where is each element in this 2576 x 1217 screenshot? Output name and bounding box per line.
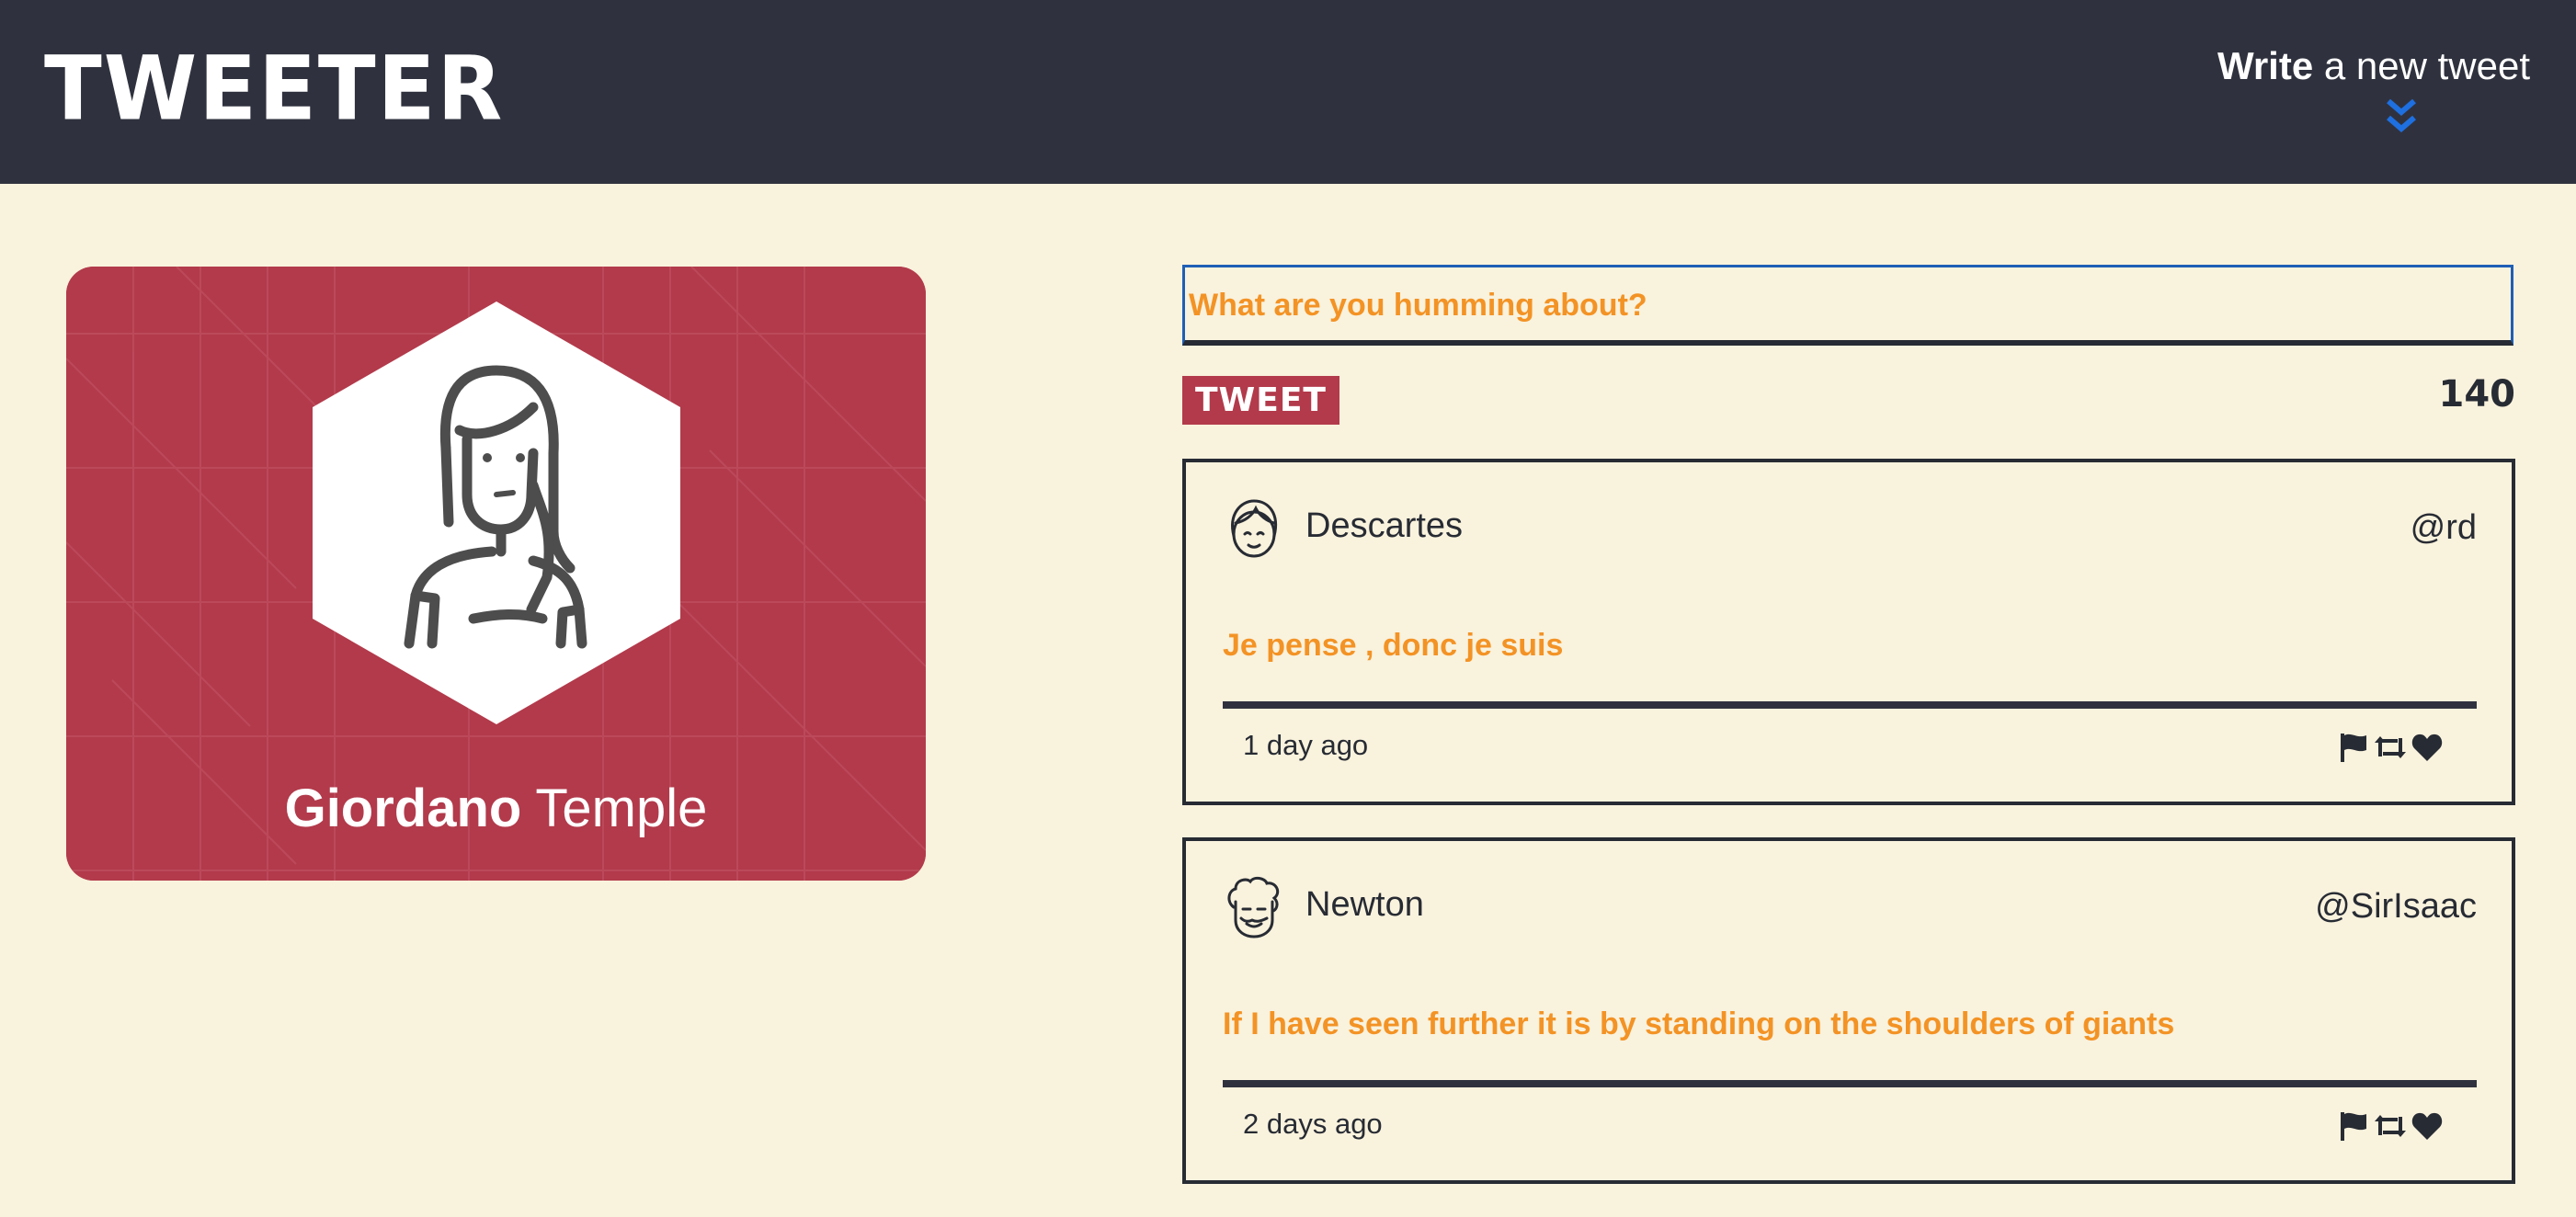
- double-chevron-down-icon[interactable]: [2383, 96, 2420, 136]
- retweet-icon[interactable]: [2374, 1109, 2407, 1143]
- tweet-author: Descartes: [1305, 506, 1464, 545]
- tweet-content: Je pense , donc je suis: [1223, 628, 1564, 663]
- tweet-button[interactable]: TWEET: [1182, 376, 1339, 425]
- heart-icon[interactable]: [2411, 731, 2444, 764]
- flag-icon[interactable]: [2337, 731, 2370, 764]
- tweet-content: If I have seen further it is by standing…: [1223, 1007, 2175, 1041]
- tweet-actions: [2337, 731, 2444, 766]
- girl-face-avatar-icon: [1231, 499, 1277, 558]
- tweet-timestamp: 2 days ago: [1243, 1108, 1383, 1140]
- profile-name: Giordano Temple: [66, 772, 926, 846]
- tweet-card: Descartes @rd Je pense , donc je suis 1 …: [1182, 459, 2515, 805]
- top-nav: TWEETER Write a new tweet: [0, 0, 2576, 184]
- write-new-tweet-toggle[interactable]: Write a new tweet: [2199, 39, 2530, 140]
- curly-hair-face-avatar-icon: [1227, 876, 1280, 938]
- profile-last-name: Temple: [521, 779, 708, 838]
- tweet-divider: [1223, 701, 2477, 709]
- write-new-tweet-label: Write a new tweet: [2217, 44, 2530, 87]
- tweet-actions: [2337, 1109, 2444, 1144]
- tweet-compose-input[interactable]: [1182, 265, 2513, 346]
- tweet-author: Newton: [1305, 885, 1424, 924]
- tweet-handle[interactable]: @SirIsaac: [2315, 887, 2477, 927]
- tweet-card: Newton @SirIsaac If I have seen further …: [1182, 837, 2515, 1184]
- retweet-icon[interactable]: [2374, 731, 2407, 764]
- woman-avatar-icon: [313, 301, 680, 724]
- profile-card: Giordano Temple: [66, 267, 926, 881]
- profile-first-name: Giordano: [284, 779, 522, 838]
- tweet-timestamp: 1 day ago: [1243, 729, 1369, 761]
- heart-icon[interactable]: [2411, 1109, 2444, 1143]
- tweet-handle[interactable]: @rd: [2411, 508, 2477, 548]
- app-logo: TWEETER: [44, 37, 505, 141]
- tweet-divider: [1223, 1080, 2477, 1087]
- flag-icon[interactable]: [2337, 1109, 2370, 1143]
- character-counter: 140: [2438, 373, 2516, 415]
